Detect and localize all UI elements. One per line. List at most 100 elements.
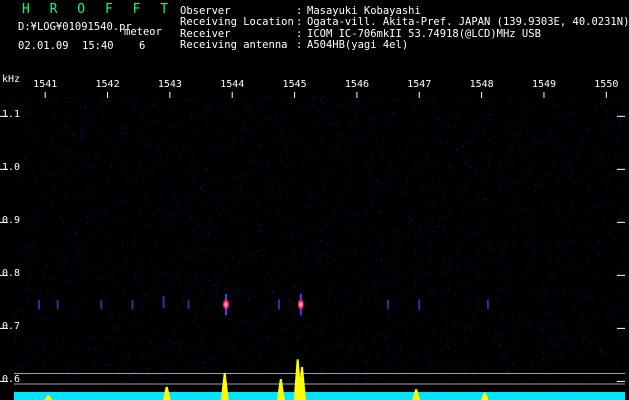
noise-pixel [519, 172, 521, 174]
noise-pixel [361, 310, 363, 312]
noise-pixel [439, 379, 441, 381]
noise-pixel [520, 108, 522, 110]
noise-pixel [81, 148, 83, 150]
noise-pixel [185, 145, 187, 147]
noise-pixel [173, 209, 175, 211]
noise-pixel [429, 253, 431, 255]
noise-pixel [389, 170, 391, 172]
noise-pixel [570, 257, 572, 259]
noise-pixel [189, 255, 191, 257]
noise-pixel [591, 308, 593, 311]
noise-pixel [328, 143, 330, 145]
noise-pixel [512, 230, 514, 233]
noise-pixel [224, 268, 226, 271]
noise-pixel [569, 166, 571, 168]
noise-pixel [120, 98, 122, 100]
spectrum-bin [576, 392, 577, 400]
noise-pixel [428, 240, 430, 242]
noise-pixel [104, 356, 106, 358]
spectrum-bin [124, 394, 125, 400]
spectrum-bin [136, 395, 137, 400]
noise-pixel [202, 361, 204, 363]
noise-pixel [352, 236, 354, 239]
spectrum-bin [352, 392, 353, 400]
spectrum-bin [158, 392, 159, 400]
noise-pixel [226, 211, 228, 213]
noise-pixel [138, 161, 140, 163]
noise-pixel [93, 126, 95, 128]
noise-pixel [180, 353, 182, 356]
noise-pixel [446, 344, 448, 346]
noise-pixel [311, 234, 313, 236]
noise-pixel [542, 177, 544, 179]
noise-pixel [465, 368, 467, 370]
spectrum-bin [362, 392, 363, 400]
noise-pixel [59, 364, 61, 366]
noise-pixel [457, 252, 459, 255]
x-tick-label: 1541 [33, 79, 58, 90]
noise-pixel [483, 291, 485, 293]
noise-pixel [162, 194, 164, 196]
noise-pixel [267, 118, 269, 121]
noise-pixel [217, 140, 219, 142]
noise-pixel [65, 97, 68, 99]
noise-pixel [206, 326, 208, 328]
noise-pixel [145, 107, 147, 109]
noise-pixel [338, 194, 340, 196]
noise-pixel [248, 240, 250, 242]
noise-pixel [385, 336, 387, 339]
noise-pixel [511, 123, 514, 125]
noise-pixel [18, 366, 20, 368]
spectrum-bin [138, 396, 139, 400]
receiver-label: Receiver [180, 28, 231, 40]
noise-pixel [467, 327, 469, 329]
noise-pixel [322, 329, 324, 331]
noise-pixel [427, 101, 429, 103]
spectrum-bin [238, 394, 239, 400]
noise-pixel [298, 110, 300, 112]
noise-pixel [227, 115, 229, 118]
noise-pixel [117, 305, 119, 308]
noise-pixel [451, 228, 453, 230]
noise-pixel [496, 195, 498, 197]
noise-pixel [148, 303, 150, 305]
spectrum-bin [334, 392, 335, 400]
noise-pixel [121, 285, 123, 287]
noise-pixel [70, 115, 72, 117]
noise-pixel [340, 298, 342, 300]
noise-pixel [91, 248, 93, 250]
noise-pixel [142, 118, 144, 120]
noise-pixel [381, 242, 383, 244]
noise-pixel [280, 133, 282, 135]
noise-pixel [243, 250, 245, 252]
noise-pixel [134, 242, 136, 244]
noise-pixel [179, 158, 181, 160]
noise-pixel [135, 282, 138, 284]
y-tick-label: 1.1 [2, 109, 21, 121]
noise-pixel [388, 315, 390, 317]
noise-pixel [578, 178, 580, 180]
noise-pixel [426, 155, 428, 157]
noise-pixel [162, 227, 164, 230]
noise-pixel [94, 348, 96, 350]
noise-pixel [396, 162, 399, 164]
spectrum-bin [154, 392, 155, 400]
noise-pixel [127, 307, 130, 309]
noise-pixel [229, 304, 231, 306]
noise-pixel [507, 320, 509, 323]
noise-pixel [429, 246, 431, 248]
noise-pixel [571, 146, 573, 148]
noise-pixel [149, 169, 151, 172]
noise-pixel [598, 253, 600, 255]
noise-pixel [28, 246, 30, 248]
noise-pixel [374, 227, 376, 229]
noise-pixel [614, 321, 616, 323]
noise-pixel [490, 154, 492, 156]
noise-pixel [380, 259, 382, 261]
noise-pixel [551, 338, 553, 340]
x-tick-label: 1550 [594, 79, 619, 90]
noise-pixel [38, 356, 40, 358]
noise-pixel [543, 137, 545, 139]
noise-pixel [582, 97, 584, 99]
noise-pixel [253, 255, 255, 258]
